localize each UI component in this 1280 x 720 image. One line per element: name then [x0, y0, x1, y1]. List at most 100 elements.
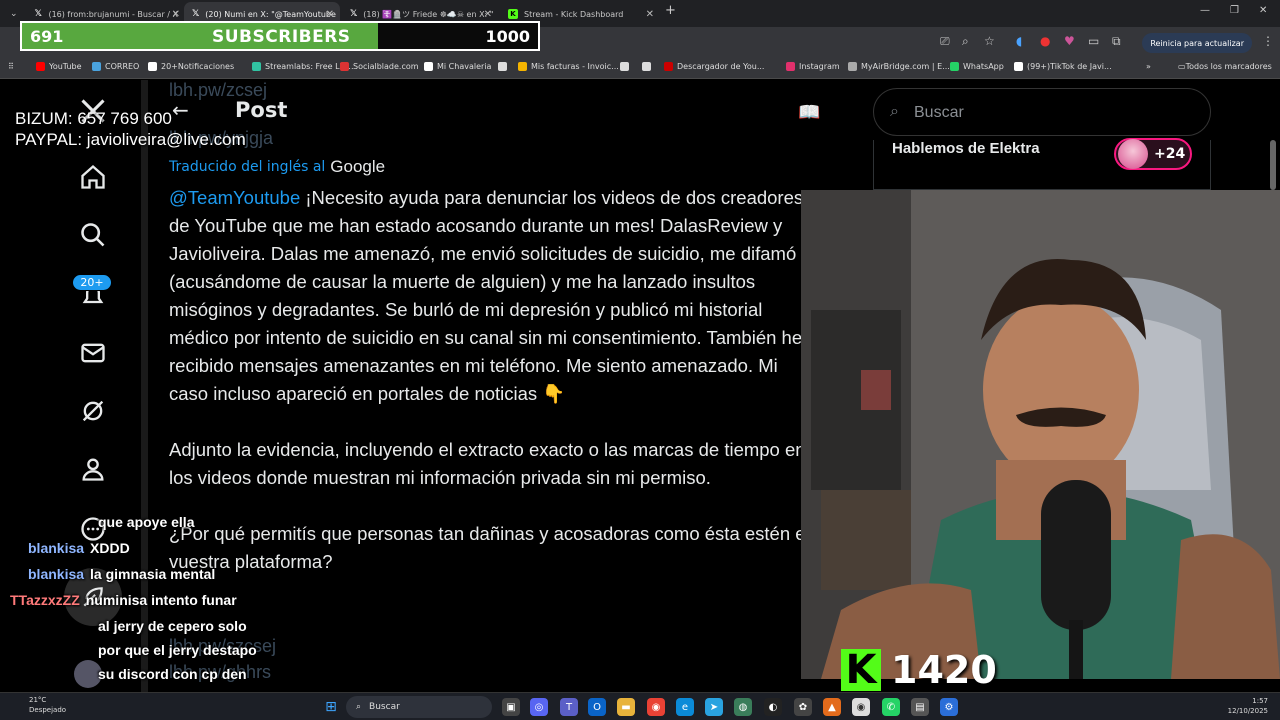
extension-icon[interactable]: ● [1040, 34, 1050, 48]
bookmark-favicon-icon [642, 62, 651, 71]
bookmark-favicon-icon [36, 62, 45, 71]
extension-icon[interactable]: ▭ [1088, 34, 1099, 48]
scrollbar[interactable] [1270, 140, 1276, 190]
edge-icon[interactable]: e [676, 698, 694, 716]
bookmark-item[interactable]: WhatsApp [950, 62, 1004, 71]
x-icon: 𝕏 [192, 9, 200, 19]
system-clock[interactable]: 1:57 12/10/2025 [1228, 696, 1268, 716]
discord-icon[interactable]: ◎ [530, 698, 548, 716]
chat-username: blankisa [28, 540, 85, 556]
grok-icon[interactable] [76, 394, 110, 428]
bookmark-item[interactable]: Mis facturas - Invoic... [518, 62, 619, 71]
kick-viewer-overlay: K 1420 [841, 648, 997, 692]
streamer-webcam-image [801, 190, 1280, 679]
home-icon[interactable] [76, 160, 110, 194]
new-tab-icon[interactable]: + [665, 3, 676, 18]
post-body: @TeamYoutube ¡Necesito ayuda para denunc… [169, 184, 819, 576]
bookmark-item[interactable]: YouTube [36, 62, 82, 71]
weather-temp: 21°C [29, 696, 47, 704]
x-search-box[interactable]: ⌕ [873, 88, 1211, 136]
taskbar-search-label: Buscar [369, 702, 400, 712]
extension-icon[interactable]: ♥ [1064, 34, 1075, 48]
more-bookmarks-icon[interactable]: » [1146, 62, 1151, 71]
chat-message: blankisa la gimnasia mental [28, 566, 215, 582]
bookmark-item[interactable] [642, 62, 655, 71]
bookmark-item[interactable]: 20+Notificaciones [148, 62, 234, 71]
windows-start-icon[interactable]: ⊞ [322, 698, 340, 716]
search-input[interactable] [914, 101, 1194, 125]
bookmark-item[interactable]: MyAirBridge.com | E... [848, 62, 950, 71]
x-icon: 𝕏 [350, 9, 358, 19]
bookmark-item[interactable]: Mi Chavaleria [424, 62, 491, 71]
bookmark-label: Mi Chavaleria [437, 62, 492, 71]
close-icon[interactable]: ✕ [646, 9, 654, 20]
paypal-line: PAYPAL: javioliveira@live.com [15, 130, 246, 149]
relaunch-button[interactable]: Reinicia para actualizar [1142, 33, 1252, 53]
telegram-icon[interactable]: ➤ [705, 698, 723, 716]
bookmark-favicon-icon [620, 62, 629, 71]
app-icon[interactable]: ▲ [823, 698, 841, 716]
bookmark-item[interactable]: Descargador de You... [664, 62, 764, 71]
bookmark-item[interactable]: (99+)TikTok de Javi... [1014, 62, 1112, 71]
extension-icon[interactable]: ◖ [1016, 34, 1022, 48]
bookmark-item[interactable]: Streamlabs: Free Liv... [252, 62, 354, 71]
close-window-icon[interactable]: ✕ [1259, 5, 1267, 16]
profile-icon[interactable] [76, 452, 110, 486]
mail-icon[interactable] [76, 336, 110, 370]
restore-icon[interactable]: ❐ [1230, 5, 1239, 16]
space-card[interactable]: Hablemos de Elektra +24 [873, 138, 1211, 190]
translation-notice[interactable]: Traducido del inglés al Google [169, 157, 385, 177]
chat-text: XDDD [90, 540, 130, 556]
space-title: Hablemos de Elektra [892, 140, 1040, 157]
search-icon[interactable] [76, 218, 110, 252]
bookmark-favicon-icon [92, 62, 101, 71]
all-bookmarks-folder[interactable]: ▭ Todos los marcadores [1178, 62, 1272, 71]
chrome-icon[interactable]: ◉ [647, 698, 665, 716]
taskbar-search[interactable]: ⌕ Buscar [346, 696, 492, 718]
folder-icon[interactable]: ▬ [617, 698, 635, 716]
chat-message: TTazzxzZZ numinisa intento funar [10, 592, 237, 608]
bookmark-item[interactable] [620, 62, 633, 71]
teams-icon[interactable]: T [560, 698, 578, 716]
bookmark-favicon-icon [498, 62, 507, 71]
reader-mode-icon[interactable]: 📖 [798, 102, 820, 123]
star-icon[interactable]: ☆ [984, 34, 995, 48]
minimize-icon[interactable]: — [1200, 5, 1210, 16]
weather-widget[interactable]: 21°C Despejado [15, 695, 66, 715]
obs-icon[interactable]: ◐ [764, 698, 782, 716]
bookmark-item[interactable]: CORREO [92, 62, 139, 71]
bookmark-favicon-icon [252, 62, 261, 71]
chat-text: la gimnasia mental [90, 566, 216, 582]
translated-label: Traducido del inglés al [169, 159, 326, 175]
bookmark-label: 20+Notificaciones [161, 62, 235, 71]
bookmark-item[interactable]: Instagram [786, 62, 840, 71]
apps-grid-icon[interactable]: ⠿ [8, 62, 14, 71]
mention-link[interactable]: @TeamYoutube [169, 187, 300, 208]
app-icon[interactable]: ▤ [911, 698, 929, 716]
close-icon[interactable]: ✕ [484, 9, 492, 20]
chat-text: su discord con cp den [98, 666, 247, 682]
tab-search-menu[interactable]: ⌄ [2, 2, 22, 26]
bookmark-item[interactable] [498, 62, 511, 71]
task-view-icon[interactable]: ▣ [502, 698, 520, 716]
tab-label: (18) ☦️🪦ツ Friede ☸☁️☠ en X: " [363, 9, 494, 19]
app-icon[interactable]: ✿ [794, 698, 812, 716]
whatsapp-icon[interactable]: ✆ [882, 698, 900, 716]
bookmark-item[interactable]: Socialblade.com [340, 62, 419, 71]
settings-icon[interactable]: ⚙ [940, 698, 958, 716]
close-icon[interactable]: ✕ [172, 9, 180, 20]
screen-cast-icon[interactable]: ⎚ [940, 34, 950, 49]
search-icon: ⌕ [890, 101, 899, 120]
puzzle-icon[interactable]: ⧉ [1112, 34, 1121, 49]
chat-text: que apoye ella [98, 514, 195, 530]
outlook-icon[interactable]: O [588, 698, 606, 716]
menu-icon[interactable]: ⋮ [1262, 34, 1274, 48]
space-listeners-pill[interactable]: +24 [1114, 138, 1192, 170]
chat-text: numinisa intento funar [85, 592, 237, 608]
avatar [1118, 139, 1148, 169]
x-icon: 𝕏 [34, 9, 42, 19]
app-icon[interactable]: ◍ [734, 698, 752, 716]
zoom-icon[interactable]: ⌕ [962, 34, 969, 49]
close-icon[interactable]: ✕ [326, 9, 334, 20]
app-icon[interactable]: ◉ [852, 698, 870, 716]
